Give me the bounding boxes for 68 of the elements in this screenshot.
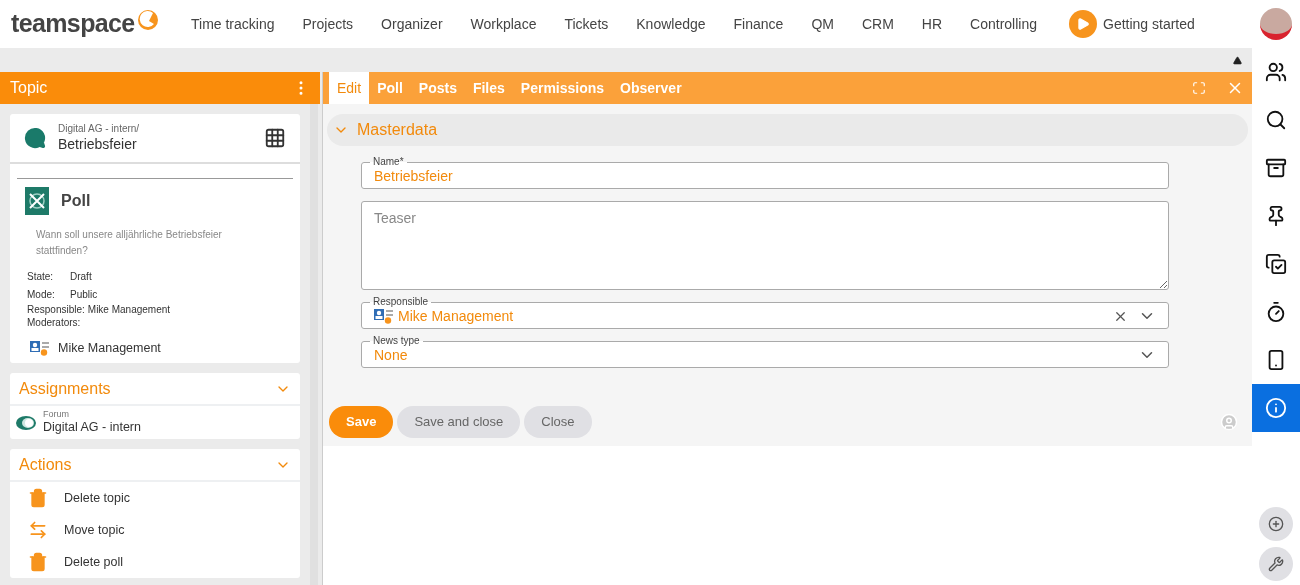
detail-value: Draft xyxy=(70,269,92,284)
scrollbar[interactable] xyxy=(310,104,318,585)
logo-mark-icon xyxy=(136,9,159,31)
card-title: Actions xyxy=(19,454,72,475)
people-icon xyxy=(1265,61,1287,83)
topic-name: Betriebsfeier xyxy=(58,135,138,153)
select-field[interactable]: News type None xyxy=(361,335,1169,368)
secondary-button[interactable]: Close xyxy=(524,406,592,438)
field-label: Name* xyxy=(372,156,405,168)
field-label: Responsible xyxy=(372,296,430,308)
checklist-icon xyxy=(1265,253,1287,275)
trash-icon xyxy=(28,552,48,572)
nav-link[interactable]: QM xyxy=(811,13,834,35)
nav-link[interactable]: HR xyxy=(921,13,943,35)
nav-link[interactable]: Controlling xyxy=(970,13,1037,35)
logo-text: teamspace xyxy=(11,8,135,40)
detail-label: Mode: xyxy=(27,287,56,302)
speech-bubble-icon xyxy=(24,127,46,149)
field-label: News type xyxy=(372,335,421,347)
field-value: None xyxy=(374,346,408,365)
collapse-icon[interactable] xyxy=(1233,55,1242,65)
nav-link[interactable]: CRM xyxy=(861,13,894,35)
detail-value: Public xyxy=(70,287,98,302)
assignment-name[interactable]: Digital AG - intern xyxy=(43,420,141,436)
select-field[interactable]: Responsible Mike Management xyxy=(361,296,1169,329)
trash-icon xyxy=(28,488,48,508)
action-item[interactable]: Delete poll xyxy=(10,546,300,578)
nav-link[interactable]: Tickets xyxy=(564,13,609,35)
teaser-field[interactable]: Teaser xyxy=(361,201,1169,290)
nav-link[interactable]: Knowledge xyxy=(636,13,706,35)
getting-started-button[interactable]: Getting started xyxy=(1069,10,1195,38)
forum-bubbles-icon xyxy=(15,414,37,431)
field-value: Betriebsfeier xyxy=(374,166,453,186)
topic-path: Digital AG - intern/ xyxy=(58,123,140,136)
info-icon xyxy=(1265,397,1287,419)
wrench-button[interactable] xyxy=(1259,547,1293,581)
poll-title: Poll xyxy=(61,191,91,211)
action-item[interactable]: Move topic xyxy=(10,514,300,546)
secondary-button[interactable]: Save and close xyxy=(397,406,521,438)
nav-link[interactable]: Projects xyxy=(302,13,354,35)
nav-link[interactable]: Finance xyxy=(733,13,784,35)
contact-card-icon xyxy=(30,340,50,356)
stopwatch-icon xyxy=(1265,301,1287,323)
plus-icon xyxy=(1268,516,1284,532)
detail-label: State: xyxy=(27,269,55,284)
ballot-icon xyxy=(25,187,49,215)
detail-label: Moderators: xyxy=(27,316,81,329)
input-field[interactable]: Name* Betriebsfeier xyxy=(361,156,1169,189)
detail-label: Responsible: xyxy=(27,303,85,316)
wrench-icon xyxy=(1268,556,1284,572)
assignment-type: Forum xyxy=(43,409,70,421)
action-item[interactable]: Delete topic xyxy=(10,482,300,514)
arrows-icon xyxy=(28,520,48,540)
card-title: Assignments xyxy=(19,378,111,399)
poll-question: Wann soll unsere alljährliche Betriebsfeier stattfinden? xyxy=(35,228,223,258)
nav-link[interactable]: Workplace xyxy=(470,13,537,35)
grid-icon[interactable] xyxy=(264,127,286,149)
detail-value: Mike Management xyxy=(87,303,171,316)
contact-card-icon xyxy=(374,308,394,324)
moderator-name: Mike Management xyxy=(58,339,161,357)
search-icon xyxy=(1265,109,1287,131)
tray-icon xyxy=(1265,157,1287,179)
panel-title: Topic xyxy=(10,78,48,98)
nav-link[interactable]: Time tracking xyxy=(191,13,275,35)
add-button[interactable] xyxy=(1259,507,1293,541)
field-value: Mike Management xyxy=(398,307,514,326)
play-icon xyxy=(1069,10,1097,38)
nav-link[interactable]: Organizer xyxy=(381,13,443,35)
